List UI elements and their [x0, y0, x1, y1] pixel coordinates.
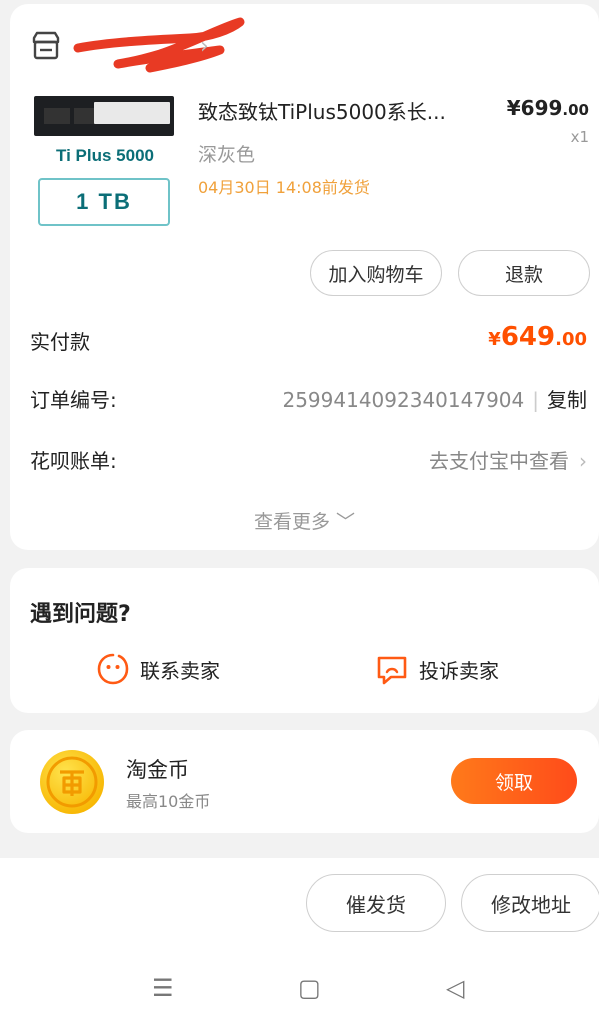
complain-seller-button[interactable]: 投诉卖家 — [375, 652, 499, 686]
huabei-link[interactable]: 去支付宝中查看 › — [429, 445, 587, 474]
bottom-action-bar: 催发货 修改地址 ☰ ▢ ◁ — [0, 858, 599, 1024]
paid-currency: ¥ — [488, 329, 501, 350]
nav-home-icon[interactable]: ▢ — [298, 974, 321, 1002]
complain-seller-label: 投诉卖家 — [419, 658, 499, 683]
order-number-value: 2599414092340147904 — [282, 388, 525, 412]
product-price-main: ¥699 — [506, 96, 563, 120]
refund-button[interactable]: 退款 — [458, 250, 590, 296]
gold-coin-icon — [40, 750, 104, 814]
nav-menu-icon[interactable]: ☰ — [152, 974, 174, 1002]
product-price: ¥699.00 — [507, 96, 589, 120]
chat-face-icon — [97, 653, 129, 685]
nav-back-icon[interactable]: ◁ — [446, 974, 464, 1002]
problem-card: 遇到问题? 联系卖家 投诉卖家 — [10, 568, 599, 713]
product-image[interactable]: Ti Plus 5000 1 TB — [30, 92, 174, 230]
chevron-right-icon: › — [579, 449, 587, 473]
paid-amount-decimal: .00 — [555, 329, 587, 350]
contact-seller-label: 联系卖家 — [140, 658, 220, 683]
order-number-label: 订单编号: — [30, 388, 117, 412]
taobao-coin-card: 淘金币 最高10金币 领取 — [10, 730, 599, 833]
product-variant: 深灰色 — [198, 144, 256, 166]
huabei-label: 花呗账单: — [30, 449, 117, 473]
order-card: › Ti Plus 5000 1 TB 致态致钛TiPlus5000系长... … — [10, 4, 599, 550]
paid-amount-label: 实付款 — [30, 330, 90, 354]
problem-title: 遇到问题? — [30, 602, 131, 627]
view-more-button[interactable]: 查看更多 ﹀ — [10, 507, 599, 534]
copy-order-number-button[interactable]: 复制 — [547, 388, 587, 412]
urge-shipping-button[interactable]: 催发货 — [306, 874, 446, 932]
taobao-coin-subtitle: 最高10金币 — [126, 792, 211, 811]
shop-chevron-icon[interactable]: › — [200, 34, 209, 59]
add-to-cart-button[interactable]: 加入购物车 — [310, 250, 442, 296]
redacted-shop-name — [73, 17, 245, 73]
claim-coins-button[interactable]: 领取 — [451, 758, 577, 804]
product-price-decimal: .00 — [562, 101, 589, 119]
shop-icon[interactable] — [30, 30, 62, 62]
product-capacity-text: 1 TB — [38, 178, 170, 226]
order-number-separator: | — [532, 388, 539, 412]
shipping-deadline: 04月30日 14:08前发货 — [198, 178, 370, 197]
ssd-illustration — [34, 96, 174, 136]
paid-amount-main: 649 — [500, 322, 556, 352]
contact-seller-button[interactable]: 联系卖家 — [96, 652, 220, 686]
complaint-bubble-icon — [377, 656, 407, 685]
taobao-coin-title: 淘金币 — [126, 758, 189, 782]
huabei-value: 去支付宝中查看 — [429, 449, 569, 473]
edit-address-button[interactable]: 修改地址 — [461, 874, 599, 932]
product-quantity: x1 — [570, 128, 589, 146]
order-number-row: 2599414092340147904 | 复制 — [282, 384, 587, 413]
paid-amount-value: ¥649.00 — [488, 322, 587, 352]
product-title[interactable]: 致态致钛TiPlus5000系长... — [198, 96, 488, 125]
product-brand-text: Ti Plus 5000 — [56, 146, 154, 165]
